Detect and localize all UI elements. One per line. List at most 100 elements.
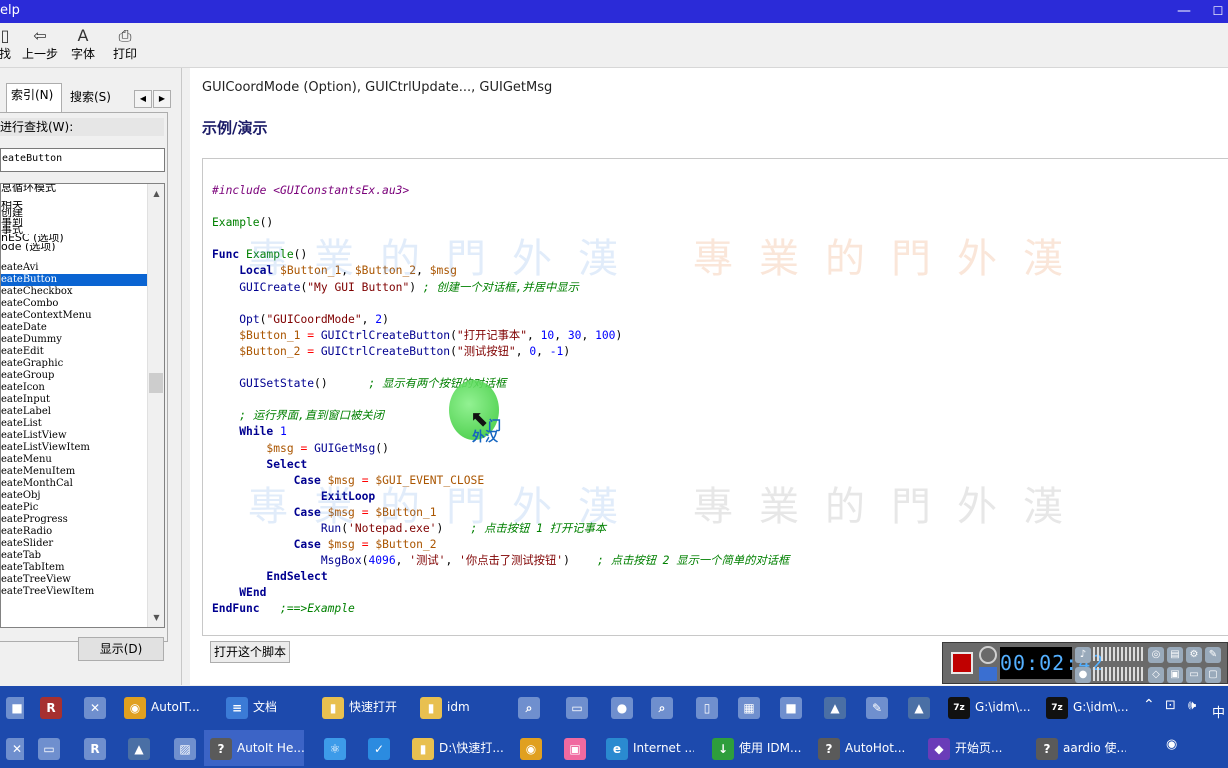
taskbar-button[interactable]: ✕ <box>0 730 24 766</box>
index-list-item[interactable]: 事式 <box>1 226 147 234</box>
taskbar-button[interactable]: ▮ D:\快速打... <box>406 730 504 766</box>
taskbar-button[interactable]: ✕ <box>78 689 112 725</box>
index-list-item[interactable]: 相关 <box>1 201 147 209</box>
index-list-item[interactable]: eateSlider <box>1 538 147 550</box>
scroll-down-icon[interactable]: ▼ <box>148 609 164 626</box>
monitor-icon[interactable]: ▢ <box>1205 667 1221 683</box>
tab-index[interactable]: 索引(N) <box>6 83 62 113</box>
related-functions[interactable]: GUICoordMode (Option), GUICtrlUpdate...,… <box>202 80 552 95</box>
volume-icon[interactable]: 🕪 <box>1188 698 1196 713</box>
taskbar-button[interactable]: R <box>34 689 70 725</box>
taskbar-button[interactable]: ▨ <box>168 730 200 766</box>
index-list-item[interactable]: eateGroup <box>1 370 147 382</box>
speaker-icon[interactable]: ♪ <box>1075 647 1091 663</box>
taskbar-button[interactable]: ? aardio 使... <box>1030 730 1126 766</box>
index-list-item[interactable]: 事到 <box>1 218 147 226</box>
tab-search[interactable]: 搜索(S) <box>66 86 118 112</box>
scroll-up-icon[interactable]: ▲ <box>148 185 164 202</box>
taskbar-button[interactable]: ⌕ <box>645 689 679 725</box>
alarm-clock-icon[interactable] <box>979 646 997 664</box>
speaker-volume-meter[interactable] <box>1093 647 1143 661</box>
fullscreen-icon[interactable]: ▣ <box>1167 667 1183 683</box>
taskbar-button[interactable]: ▲ <box>122 730 156 766</box>
taskbar-button[interactable]: ↓ 使用 IDM... <box>706 730 802 766</box>
taskbar-button[interactable]: ⚛ <box>318 730 352 766</box>
taskbar-button[interactable]: 7z G:\idm\... <box>1040 689 1134 725</box>
taskbar-button[interactable]: ✎ <box>860 689 894 725</box>
taskbar-button[interactable]: ✓ <box>362 730 396 766</box>
index-list-item[interactable]: eateRadio <box>1 526 147 538</box>
index-list-item[interactable]: nESC (选项) <box>1 234 147 242</box>
index-list-item[interactable]: eateMenu <box>1 454 147 466</box>
index-list-item[interactable]: eateLabel <box>1 406 147 418</box>
taskbar-button[interactable]: ▭ <box>560 689 596 725</box>
folder-icon[interactable]: ▤ <box>1167 647 1183 663</box>
webcam-icon[interactable]: ◎ <box>1148 647 1164 663</box>
index-list-item[interactable]: eateAvi <box>1 262 147 274</box>
taskbar-button[interactable]: R <box>78 730 112 766</box>
index-list-item[interactable]: eateList <box>1 418 147 430</box>
index-list-item[interactable]: eateMenuItem <box>1 466 147 478</box>
index-list-item[interactable]: eateCombo <box>1 298 147 310</box>
index-list-item[interactable]: eateListViewItem <box>1 442 147 454</box>
tab-scroll-right-button[interactable]: ▶ <box>153 90 171 108</box>
find-input[interactable]: eateButton <box>0 148 165 172</box>
region-icon[interactable]: ◇ <box>1148 667 1164 683</box>
index-list-item[interactable]: eateButton <box>1 274 147 287</box>
index-list-item[interactable]: eateObj <box>1 490 147 502</box>
pause-button[interactable] <box>979 667 997 681</box>
taskbar-button[interactable]: ■ <box>0 689 24 725</box>
maximize-button[interactable]: ☐ <box>1200 1 1228 21</box>
mic-volume-meter[interactable] <box>1093 667 1143 681</box>
minimize-button[interactable]: — <box>1166 1 1202 21</box>
taskbar-button[interactable]: ? AutoIt He... <box>204 730 304 766</box>
index-list-item[interactable] <box>1 192 147 200</box>
taskbar-button[interactable]: 7z G:\idm\... <box>942 689 1034 725</box>
index-list-item[interactable]: eateGraphic <box>1 358 147 370</box>
taskbar-button[interactable]: ▭ <box>32 730 68 766</box>
index-list-item[interactable]: eateInput <box>1 394 147 406</box>
window-icon[interactable]: ▭ <box>1186 667 1202 683</box>
back-button[interactable]: ⇦ 上一步 <box>20 26 60 66</box>
taskbar-button[interactable]: ▮ 快速打开 <box>316 689 404 725</box>
tray-up-arrow-icon[interactable]: ⌃ <box>1143 697 1155 713</box>
taskbar-button[interactable]: ≡ 文档 <box>220 689 306 725</box>
taskbar-button[interactable]: ◉ <box>514 730 548 766</box>
index-scrollbar[interactable]: ▲ ▼ <box>147 184 164 627</box>
index-list-item[interactable]: eateEdit <box>1 346 147 358</box>
microphone-icon[interactable]: ● <box>1075 667 1091 683</box>
index-list-item[interactable]: eateContextMenu <box>1 310 147 322</box>
index-list-item[interactable]: eateTabItem <box>1 562 147 574</box>
taskbar-button[interactable]: ▲ <box>818 689 852 725</box>
index-list-item[interactable]: eateTreeView <box>1 574 147 586</box>
tab-scroll-left-button[interactable]: ◀ <box>134 90 152 108</box>
index-list-item[interactable]: eatePic <box>1 502 147 514</box>
index-list-item[interactable]: 创建 <box>1 209 147 217</box>
index-list[interactable]: 息循环模式 相关 创建 事到 事式 nESC (选项) ode (选项) eateAvi eat… <box>0 183 165 628</box>
index-list-item[interactable]: eateCheckbox <box>1 286 147 298</box>
index-list-item[interactable]: eateDummy <box>1 334 147 346</box>
taskbar-button[interactable]: ◆ 开始页... <box>922 730 1018 766</box>
network-icon[interactable]: ⊡ <box>1165 698 1176 713</box>
taskbar-button[interactable]: ⌕ <box>512 689 550 725</box>
taskbar-button[interactable]: ▣ <box>558 730 592 766</box>
index-list-item[interactable]: eateTab <box>1 550 147 562</box>
index-list-item[interactable]: eateProgress <box>1 514 147 526</box>
index-list-item[interactable]: eateTreeViewItem <box>1 586 147 598</box>
index-list-item[interactable]: ode (选项) <box>1 243 147 251</box>
taskbar-button[interactable]: e Internet ... <box>600 730 694 766</box>
show-button[interactable]: 显示(D) <box>78 637 164 661</box>
scroll-thumb[interactable] <box>149 373 163 393</box>
taskbar-button[interactable]: ▯ <box>690 689 722 725</box>
taskbar-button[interactable]: ▮ idm <box>414 689 504 725</box>
index-list-item[interactable]: eateIcon <box>1 382 147 394</box>
settings-gear-icon[interactable]: ⚙ <box>1186 647 1202 663</box>
taskbar-button[interactable]: ▦ <box>732 689 762 725</box>
record-stop-button[interactable] <box>951 652 973 674</box>
print-button[interactable]: ⎙ 打印 <box>110 26 140 66</box>
taskbar-button[interactable]: ● <box>605 689 635 725</box>
brush-icon[interactable]: ✎ <box>1205 647 1221 663</box>
index-list-item[interactable]: eateListView <box>1 430 147 442</box>
taskbar-button[interactable]: ? AutoHot... <box>812 730 908 766</box>
taskbar-button[interactable]: ◉ AutoIT... <box>118 689 210 725</box>
